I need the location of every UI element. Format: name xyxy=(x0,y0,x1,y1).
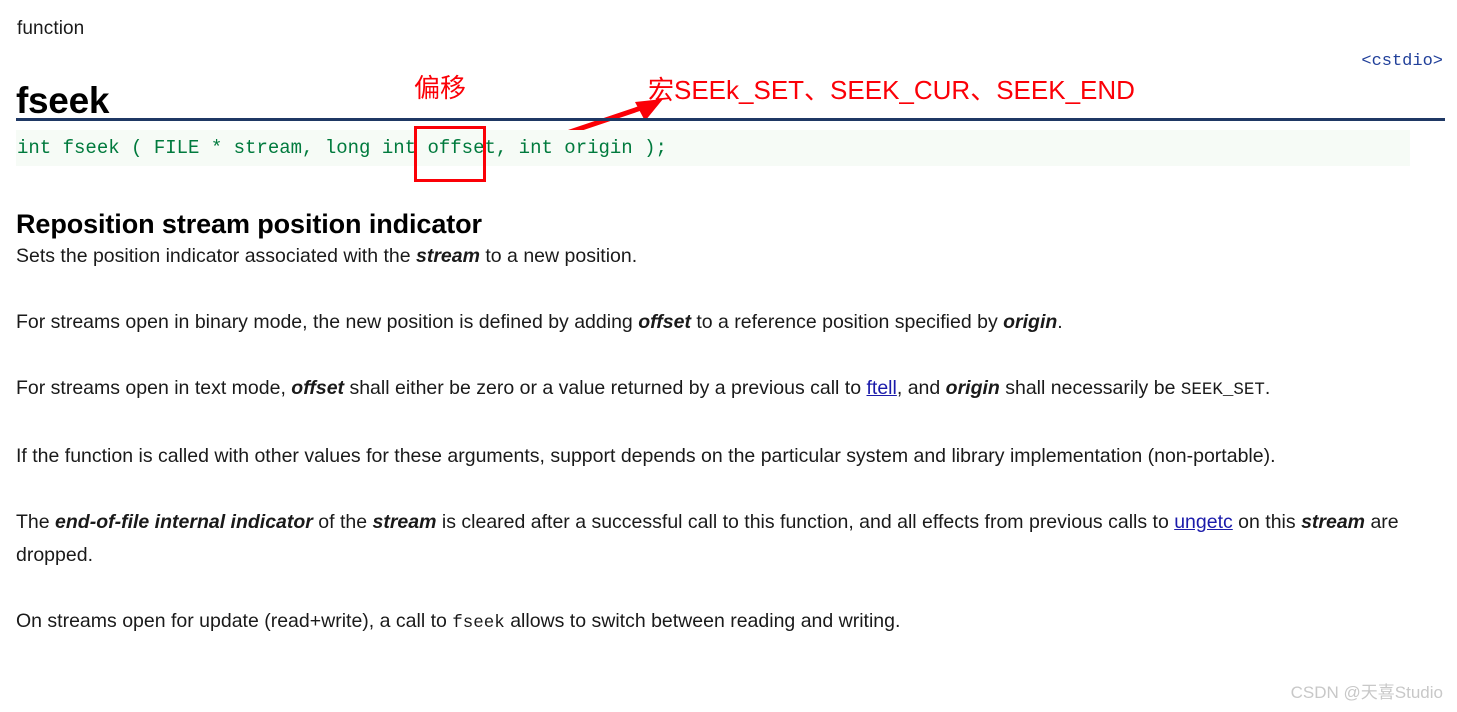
text-run: shall either be zero or a value returned… xyxy=(344,377,867,399)
text-run: If the function is called with other val… xyxy=(16,445,1276,467)
emphasized-term: stream xyxy=(415,245,480,267)
text-run: allows to switch between reading and wri… xyxy=(504,610,901,632)
text-run: For streams open in binary mode, the new… xyxy=(16,311,639,333)
annotation-offset-highlight-box xyxy=(414,126,486,182)
doc-link-ungetc[interactable]: ungetc xyxy=(1174,511,1233,533)
text-run: For streams open in text mode, xyxy=(16,377,292,399)
text-run: , and xyxy=(896,377,946,399)
text-run: . xyxy=(1264,377,1271,399)
paragraph: If the function is called with other val… xyxy=(16,440,1416,473)
inline-code: fseek xyxy=(452,613,505,633)
paragraph: For streams open in binary mode, the new… xyxy=(16,306,1416,339)
text-run: to a reference position specified by xyxy=(690,311,1004,333)
function-signature: int fseek ( FILE * stream, long int offs… xyxy=(17,137,667,159)
text-run: Sets the position indicator associated w… xyxy=(16,245,416,267)
annotation-offset-note: 偏移 xyxy=(414,73,467,103)
include-header-label: <cstdio> xyxy=(1361,52,1443,71)
header-divider xyxy=(16,118,1445,121)
paragraph: Sets the position indicator associated w… xyxy=(16,240,1416,273)
text-run: . xyxy=(1057,311,1063,333)
description-body: Sets the position indicator associated w… xyxy=(16,240,1416,640)
paragraph: For streams open in text mode, offset sh… xyxy=(16,372,1416,407)
text-run: The xyxy=(16,511,56,533)
paragraph: On streams open for update (read+write),… xyxy=(16,605,1416,640)
emphasized-term: offset xyxy=(291,377,345,399)
emphasized-term: end-of-file internal indicator xyxy=(55,511,313,533)
text-run: shall necessarily be xyxy=(999,377,1181,399)
text-run: of the xyxy=(312,511,373,533)
text-run: On streams open for update (read+write),… xyxy=(16,610,453,632)
text-run: is cleared after a successful call to th… xyxy=(436,511,1175,533)
annotation-macros-note: 宏SEEk_SET、SEEK_CUR、SEEK_END xyxy=(648,75,1135,105)
emphasized-term: origin xyxy=(1003,311,1058,333)
emphasized-term: stream xyxy=(372,511,437,533)
emphasized-term: origin xyxy=(945,377,1000,399)
text-run: to a new position. xyxy=(479,245,638,267)
text-run: on this xyxy=(1232,511,1302,533)
document-page: function fseek <cstdio> 偏移 宏SEEk_SET、SEE… xyxy=(0,0,1457,712)
section-heading: Reposition stream position indicator xyxy=(16,209,482,240)
paragraph: The end-of-file internal indicator of th… xyxy=(16,506,1416,572)
function-kind-label: function xyxy=(17,18,85,39)
emphasized-term: stream xyxy=(1301,511,1366,533)
emphasized-term: offset xyxy=(638,311,691,333)
watermark: CSDN @天喜Studio xyxy=(1290,683,1443,702)
doc-link-ftell[interactable]: ftell xyxy=(867,377,897,399)
inline-code: SEEK_SET xyxy=(1180,380,1265,400)
page-title: fseek xyxy=(16,79,110,121)
